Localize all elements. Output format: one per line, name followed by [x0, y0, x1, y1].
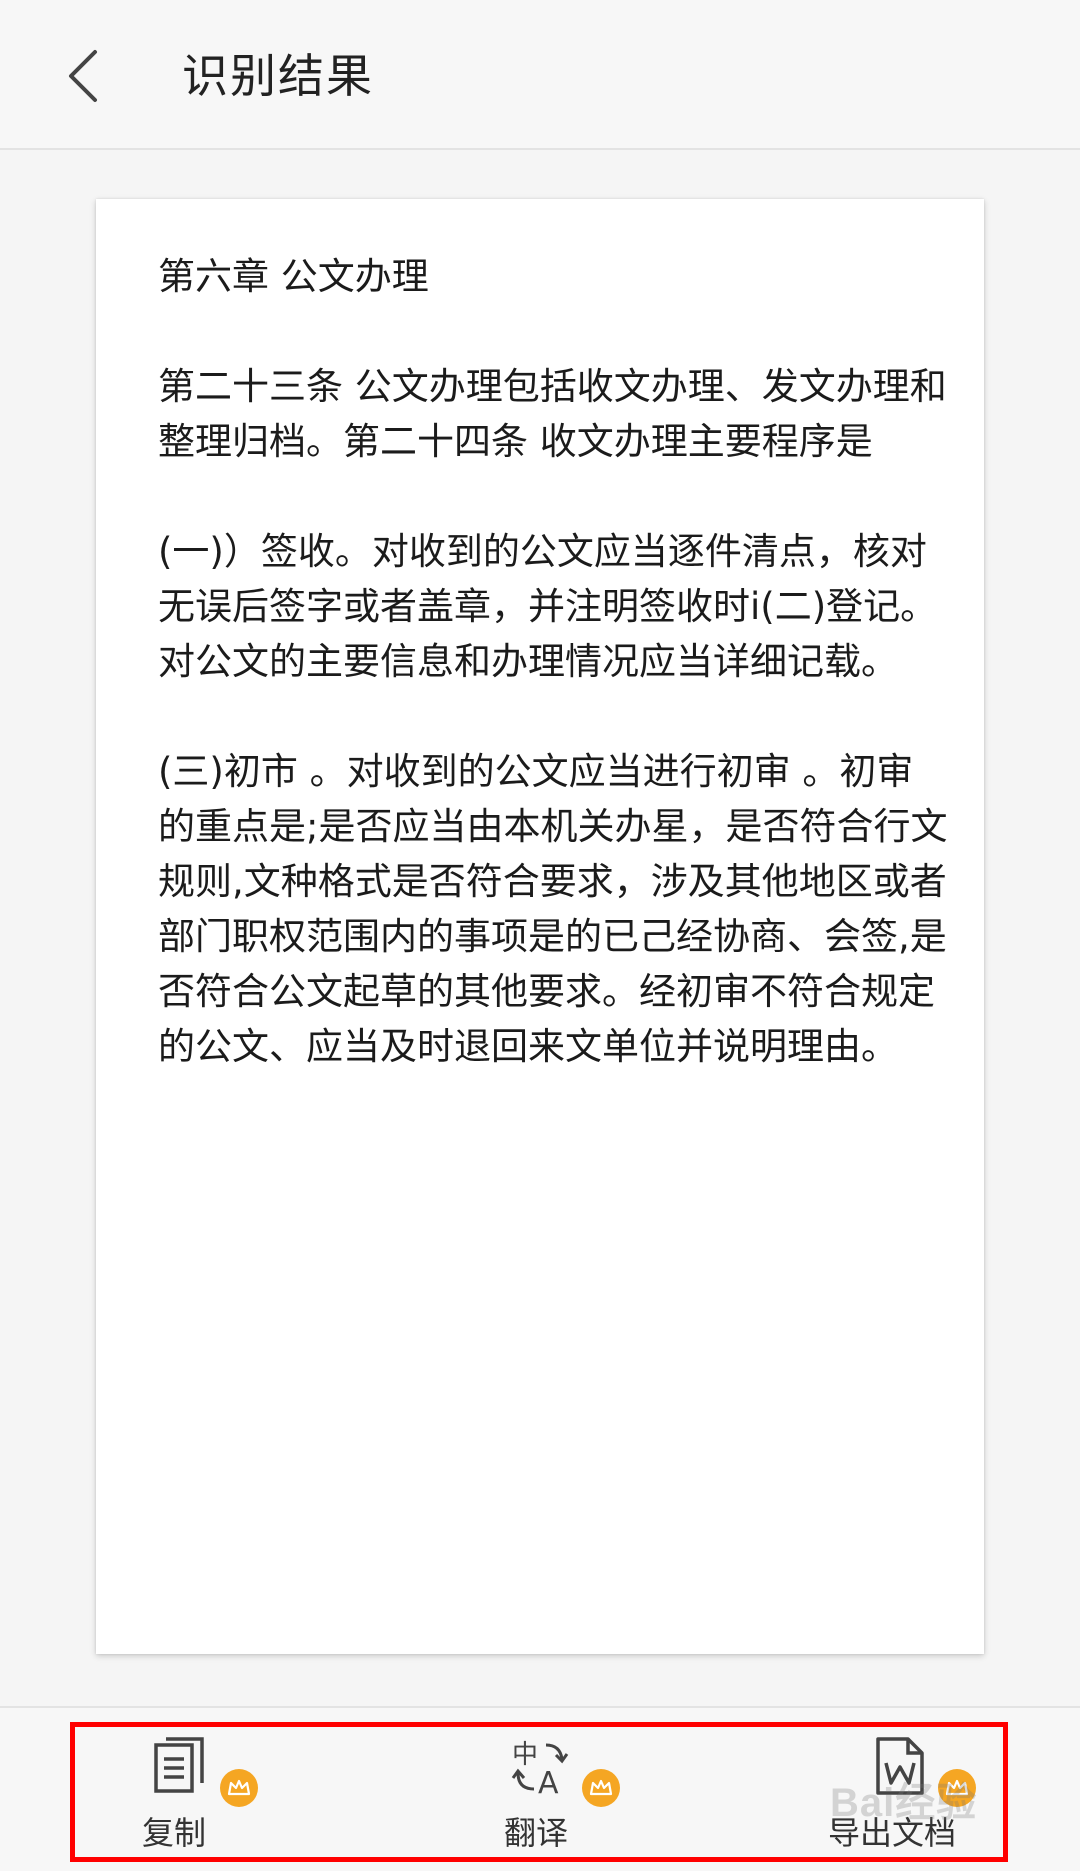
app-header: 识别结果	[0, 0, 1080, 150]
chevron-left-icon	[69, 50, 97, 102]
crown-icon	[945, 1779, 969, 1796]
svg-text:中: 中	[512, 1740, 538, 1770]
recognized-text[interactable]: 第六章 公文办理 第二十三条 公文办理包括收文办理、发文办理和整理归档。第二十四…	[158, 249, 948, 1129]
premium-badge	[582, 1769, 620, 1807]
back-button[interactable]	[48, 38, 118, 114]
paragraph-sign-register: (一)）签收。对收到的公文应当逐件清点，核对无误后签字或者盖章，并注明签收时i(…	[158, 530, 938, 683]
paragraph-article-23: 第二十三条 公文办理包括收文办理、发文办理和整理归档。第二十四条 收文办理主要程…	[158, 365, 947, 463]
export-document-label: 导出文档	[828, 1814, 957, 1852]
crown-icon	[589, 1779, 613, 1796]
crown-icon	[227, 1779, 251, 1796]
recognition-result-card: 第六章 公文办理 第二十三条 公文办理包括收文办理、发文办理和整理归档。第二十四…	[96, 199, 984, 1654]
premium-badge	[220, 1769, 258, 1807]
page-title: 识别结果	[182, 49, 374, 103]
copy-label: 复制	[142, 1814, 207, 1852]
translate-button[interactable]: 中 A 翻译	[502, 1735, 652, 1855]
svg-text:A: A	[538, 1766, 559, 1797]
copy-button[interactable]: 复制	[142, 1735, 292, 1855]
translate-label: 翻译	[504, 1814, 569, 1852]
paragraph-initial-review: (三)初市 。对收到的公文应当进行初审 。初审的重点是;是否应当由本机关办星，是…	[158, 750, 948, 1068]
translate-icon: 中 A	[511, 1740, 569, 1797]
copy-document-icon	[154, 1737, 204, 1793]
premium-badge	[938, 1769, 976, 1807]
export-document-button[interactable]: 导出文档	[828, 1735, 998, 1855]
paragraph-chapter-title: 第六章 公文办理	[158, 255, 429, 298]
word-file-icon	[876, 1737, 924, 1795]
